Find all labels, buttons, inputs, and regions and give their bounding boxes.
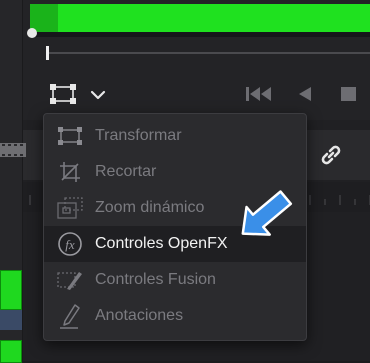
crop-icon (56, 160, 84, 184)
menu-item-recortar[interactable]: Recortar (44, 154, 306, 190)
scrubber-handle[interactable] (46, 46, 49, 60)
menu-item-label: Transformar (95, 127, 182, 144)
playhead-marker[interactable] (27, 28, 37, 38)
timeline-clip[interactable] (0, 340, 22, 363)
chevron-down-icon[interactable] (88, 86, 108, 104)
callout-arrow-icon (241, 190, 293, 236)
menu-item-label: Zoom dinámico (95, 199, 205, 216)
stop-icon[interactable] (338, 84, 360, 104)
menu-item-transformar[interactable]: Transformar (44, 118, 306, 154)
menu-item-label: Controles OpenFX (95, 235, 228, 252)
skip-to-start-icon[interactable] (244, 84, 274, 104)
openfx-icon: fx (56, 232, 84, 256)
menu-item-label: Recortar (95, 163, 157, 180)
film-strip-icon[interactable] (0, 143, 26, 157)
link-icon[interactable] (318, 142, 344, 168)
play-reverse-icon[interactable] (294, 84, 316, 104)
transform-icon (56, 124, 84, 148)
menu-item-label: Controles Fusion (95, 271, 216, 288)
fusion-icon (56, 268, 84, 292)
viewer-clip-preview (30, 4, 370, 32)
menu-item-label: Anotaciones (95, 307, 184, 324)
scrubber-track[interactable] (46, 52, 370, 54)
dynamic-zoom-icon (56, 196, 84, 220)
transform-rect-icon[interactable] (50, 84, 76, 104)
timeline-clip[interactable] (0, 270, 22, 310)
pen-annotation-icon (56, 304, 84, 329)
menu-item-anotaciones[interactable]: Anotaciones (44, 298, 306, 334)
menu-item-controles-fusion[interactable]: Controles Fusion (44, 262, 306, 298)
viewer-divider (30, 32, 370, 37)
svg-text:fx: fx (65, 237, 75, 252)
